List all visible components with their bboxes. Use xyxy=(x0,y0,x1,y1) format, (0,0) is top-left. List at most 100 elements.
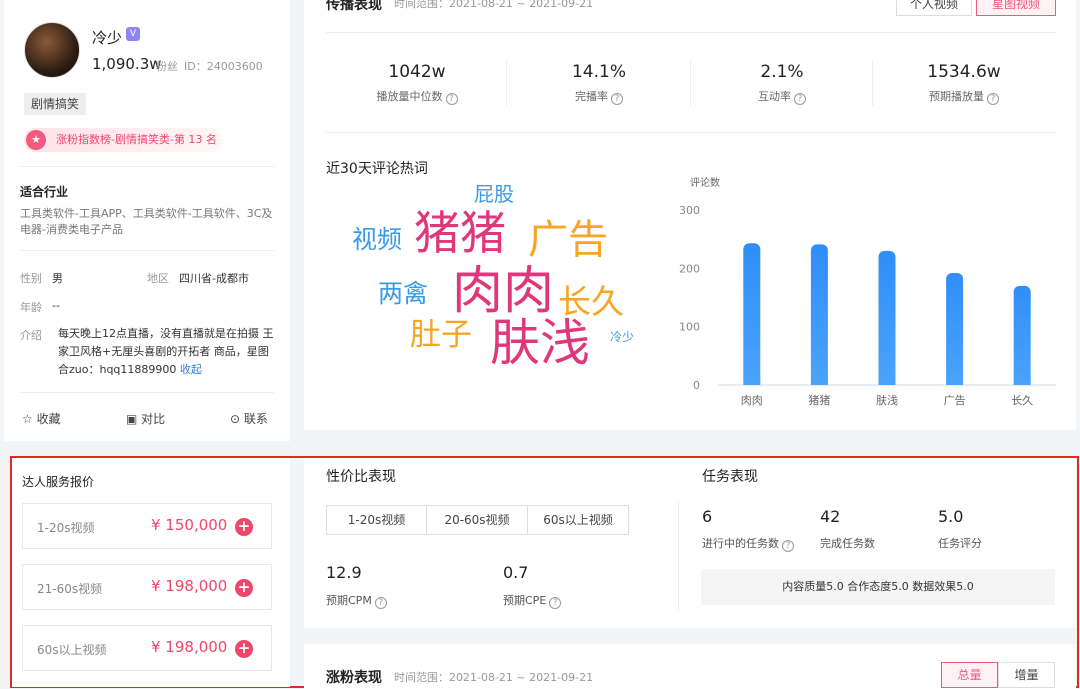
add-icon[interactable]: + xyxy=(235,640,253,658)
intro-text: 每天晚上12点直播，没有直播就是在拍摄 王家卫风格+无厘头喜剧的开拓者 商品，星… xyxy=(58,325,276,379)
cloud-word: 猪猪 xyxy=(414,206,506,260)
compare-button[interactable]: ▣ 对比 xyxy=(126,410,165,427)
bar xyxy=(878,250,896,385)
y-tick-label: 100 xyxy=(679,321,700,334)
x-tick-label: 长久 xyxy=(1011,394,1033,407)
compare-label: 对比 xyxy=(141,412,166,426)
cloud-word: 肉肉 xyxy=(452,262,555,321)
region-label: 地区 xyxy=(147,272,169,285)
cpe-label-text: 预期CPE xyxy=(503,594,547,607)
total-button[interactable]: 总量 xyxy=(941,662,998,688)
metric-value: 2.1% xyxy=(760,62,804,82)
y-tick-label: 300 xyxy=(679,204,700,217)
tab-20-60s[interactable]: 20-60s视频 xyxy=(426,505,528,535)
contact-label: 联系 xyxy=(243,412,268,426)
service-quote-card: 达人服务报价 1-20s视频 ¥ 150,000 + 21-60s视频 ¥ 19… xyxy=(12,458,290,687)
collect-label: 收藏 xyxy=(36,412,61,426)
x-tick-label: 广告 xyxy=(944,394,966,407)
bar xyxy=(743,243,761,385)
task-score-label: 任务评分 xyxy=(938,537,982,550)
bar xyxy=(946,273,964,385)
divider xyxy=(20,166,274,167)
task-doing-label: 进行中的任务数? xyxy=(702,535,794,552)
quote-price: ¥ 198,000 xyxy=(151,638,228,656)
bar-base xyxy=(946,377,964,385)
quote-item: 21-60s视频 ¥ 198,000 + xyxy=(22,564,272,610)
contact-button[interactable]: ⊙ 联系 xyxy=(230,410,268,427)
intro-label: 介绍 xyxy=(20,329,42,342)
metric-expected-play: 1534.6w 预期播放量? xyxy=(879,62,1049,105)
y-tick-label: 0 xyxy=(693,379,700,392)
help-icon[interactable]: ? xyxy=(374,597,387,609)
divider xyxy=(20,392,274,393)
word-cloud: 屁股 视频 猪猪 广告 两禽 肉肉 长久 肚子 肤浅 冷少 xyxy=(304,0,704,430)
rank-badge[interactable]: ★ 涨粉指数榜-剧情搞笑类-第 13 名 xyxy=(24,128,222,152)
cpe-label: 预期CPE? xyxy=(503,592,562,609)
add-icon[interactable]: + xyxy=(235,579,253,597)
cloud-word: 屁股 xyxy=(474,182,514,206)
chat-icon: ⊙ xyxy=(230,412,241,426)
quote-title: 达人服务报价 xyxy=(22,475,95,489)
gender-value: 男 xyxy=(52,272,63,285)
industry-text: 工具类软件-工具APP、工具类软件-工具软件、3C及电器-消费类电子产品 xyxy=(20,207,273,236)
cpe-value: 0.7 xyxy=(503,563,529,582)
tab-60s-plus[interactable]: 60s以上视频 xyxy=(527,505,629,535)
cloud-word: 肤浅 xyxy=(490,314,590,372)
personal-video-button[interactable]: 个人视频 xyxy=(896,0,972,16)
bar-base xyxy=(878,377,896,385)
category-tag: 剧情搞笑 xyxy=(24,93,87,115)
cloud-word: 两禽 xyxy=(378,279,429,308)
value-title: 性价比表现 xyxy=(326,469,396,485)
task-title: 任务表现 xyxy=(702,469,758,485)
metric-label: 预期播放量 xyxy=(929,90,984,103)
task-score-value: 5.0 xyxy=(938,507,964,526)
quote-label: 1-20s视频 xyxy=(37,521,95,535)
collect-button[interactable]: ☆ 收藏 xyxy=(22,410,61,427)
bar-base xyxy=(1013,377,1031,385)
cpm-label: 预期CPM? xyxy=(326,592,387,609)
cpm-label-text: 预期CPM xyxy=(326,594,372,607)
bar xyxy=(1013,285,1031,385)
x-tick-label: 肉肉 xyxy=(741,394,763,407)
region-value: 四川省-成都市 xyxy=(179,272,249,285)
help-icon[interactable]: ? xyxy=(549,597,562,609)
age-value: -- xyxy=(52,299,60,312)
divider xyxy=(678,502,679,610)
vip-badge-icon: V xyxy=(126,27,140,41)
x-tick-label: 猪猪 xyxy=(808,394,830,407)
increment-button[interactable]: 增量 xyxy=(998,662,1055,688)
star-icon: ★ xyxy=(26,130,46,150)
quote-item: 1-20s视频 ¥ 150,000 + xyxy=(22,503,272,549)
fans-count: 1,090.3w xyxy=(92,55,162,73)
metric-interaction: 2.1% 互动率? xyxy=(697,62,867,105)
cpm-value: 12.9 xyxy=(326,563,362,582)
divider xyxy=(20,250,274,251)
comment-bar-chart: 评论数 300 200 100 0 肉肉 猪猪 肤浅 广告 长久 xyxy=(679,176,1056,407)
tab-1-20s[interactable]: 1-20s视频 xyxy=(326,505,427,535)
collapse-link[interactable]: 收起 xyxy=(180,363,202,376)
help-icon[interactable]: ? xyxy=(987,93,999,105)
task-doing-label-text: 进行中的任务数 xyxy=(702,537,779,550)
star-video-button[interactable]: 星图视频 xyxy=(976,0,1056,16)
avatar[interactable] xyxy=(24,22,80,78)
profile-card: 冷少 V 1,090.3w 粉丝 ID：24003600 剧情搞笑 ★ 涨粉指数… xyxy=(4,0,290,441)
cloud-word: 肚子 xyxy=(410,317,472,353)
add-icon[interactable]: + xyxy=(235,518,253,536)
bar-base xyxy=(810,377,828,385)
compare-icon: ▣ xyxy=(126,412,138,426)
y-tick-label: 200 xyxy=(679,262,700,275)
help-icon[interactable]: ? xyxy=(782,540,794,552)
fans-label: 粉丝 xyxy=(156,60,178,73)
quote-price: ¥ 198,000 xyxy=(151,577,228,595)
metric-label: 互动率 xyxy=(758,90,791,103)
creator-name: 冷少 xyxy=(92,29,123,47)
cloud-word: 视频 xyxy=(352,225,403,254)
cloud-word: 冷少 xyxy=(610,330,635,344)
divider xyxy=(872,60,873,106)
help-icon[interactable]: ? xyxy=(794,93,806,105)
bar-base xyxy=(743,377,761,385)
industry-title: 适合行业 xyxy=(20,185,69,199)
value-task-card: 性价比表现 1-20s视频 20-60s视频 60s以上视频 12.9 预期CP… xyxy=(304,458,1076,628)
growth-time-range: 时间范围：2021-08-21 ~ 2021-09-21 xyxy=(394,671,594,684)
quote-item: 60s以上视频 ¥ 198,000 + xyxy=(22,625,272,671)
